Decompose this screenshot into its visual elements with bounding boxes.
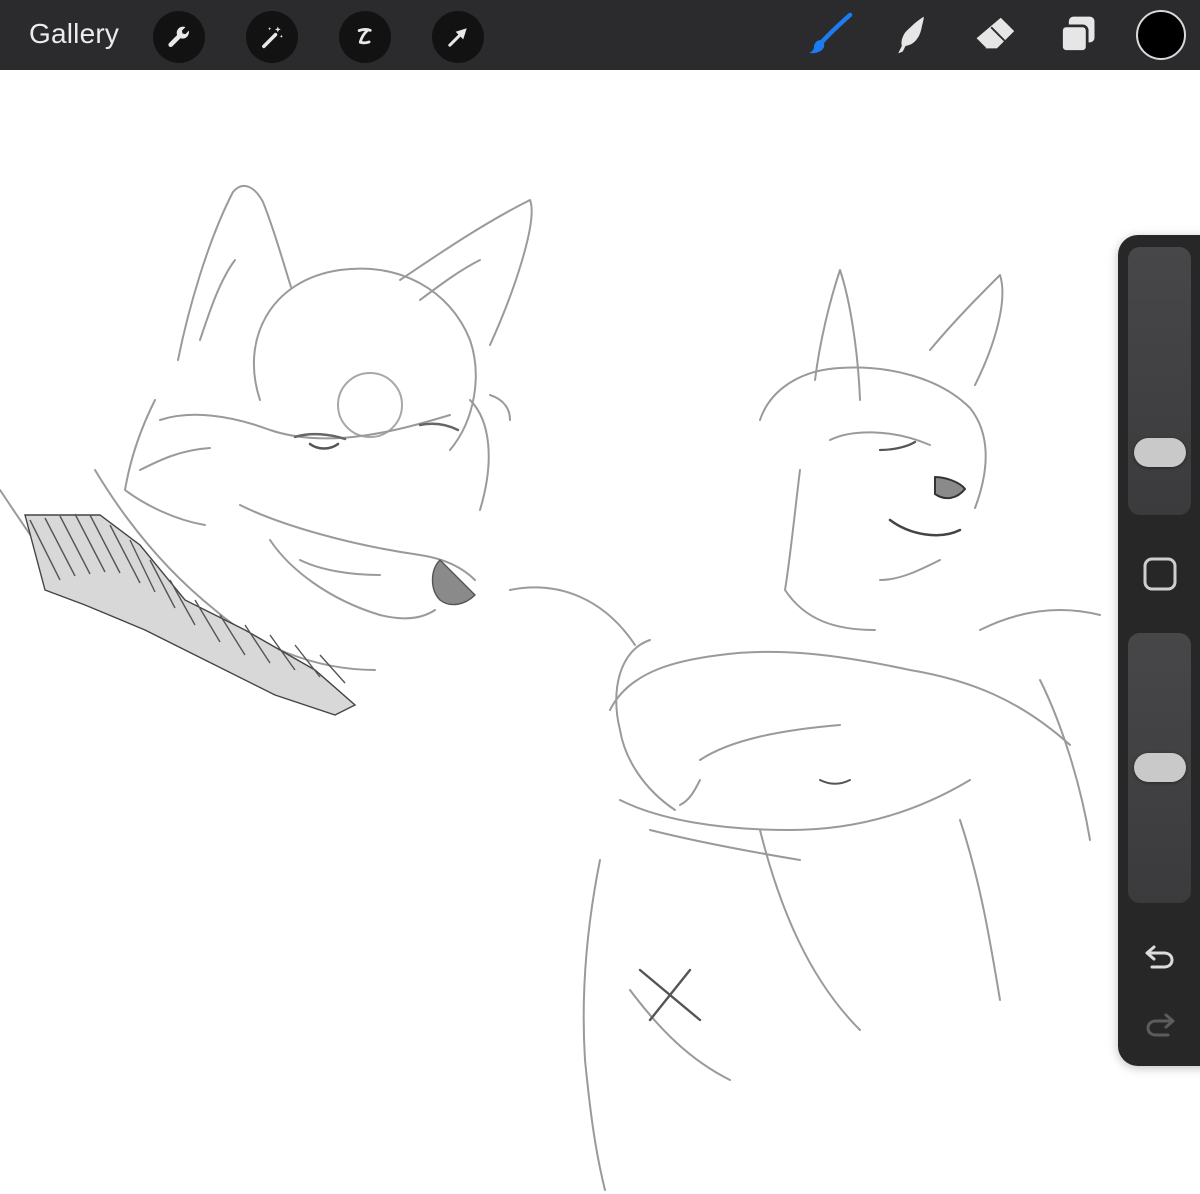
undo-button[interactable] xyxy=(1139,937,1181,979)
redo-button[interactable] xyxy=(1139,1005,1181,1047)
brush-button[interactable] xyxy=(805,10,855,60)
transform-button[interactable] xyxy=(432,11,484,63)
selection-icon xyxy=(357,28,372,45)
smudge-icon xyxy=(898,16,924,54)
color-picker-button[interactable] xyxy=(1136,10,1186,60)
square-icon xyxy=(1143,557,1177,591)
drawing-canvas[interactable] xyxy=(0,70,1200,1194)
magic-wand-icon xyxy=(262,26,283,49)
top-toolbar: Gallery xyxy=(0,0,1200,70)
wolf-body-sketch xyxy=(509,269,1101,1191)
brush-size-thumb[interactable] xyxy=(1134,438,1186,467)
opacity-thumb[interactable] xyxy=(1134,753,1186,782)
sidebar-panel xyxy=(1118,235,1200,1066)
layers-icon xyxy=(1060,16,1095,53)
modify-button[interactable] xyxy=(1139,553,1181,595)
brush-icon xyxy=(809,12,853,54)
adjustments-button[interactable] xyxy=(246,11,298,63)
transform-arrow-icon xyxy=(448,28,467,47)
eraser-icon xyxy=(975,17,1015,50)
gallery-button[interactable]: Gallery xyxy=(29,18,119,50)
undo-icon xyxy=(1145,945,1174,969)
layers-button[interactable] xyxy=(1053,10,1103,60)
wrench-icon xyxy=(168,26,190,48)
opacity-slider[interactable] xyxy=(1128,633,1191,903)
smudge-button[interactable] xyxy=(886,10,936,60)
selection-button[interactable] xyxy=(339,11,391,63)
redo-icon xyxy=(1146,1013,1175,1037)
brush-size-slider[interactable] xyxy=(1128,247,1191,515)
actions-button[interactable] xyxy=(153,11,205,63)
eraser-button[interactable] xyxy=(970,10,1020,60)
wolf-head-shading xyxy=(24,513,476,716)
